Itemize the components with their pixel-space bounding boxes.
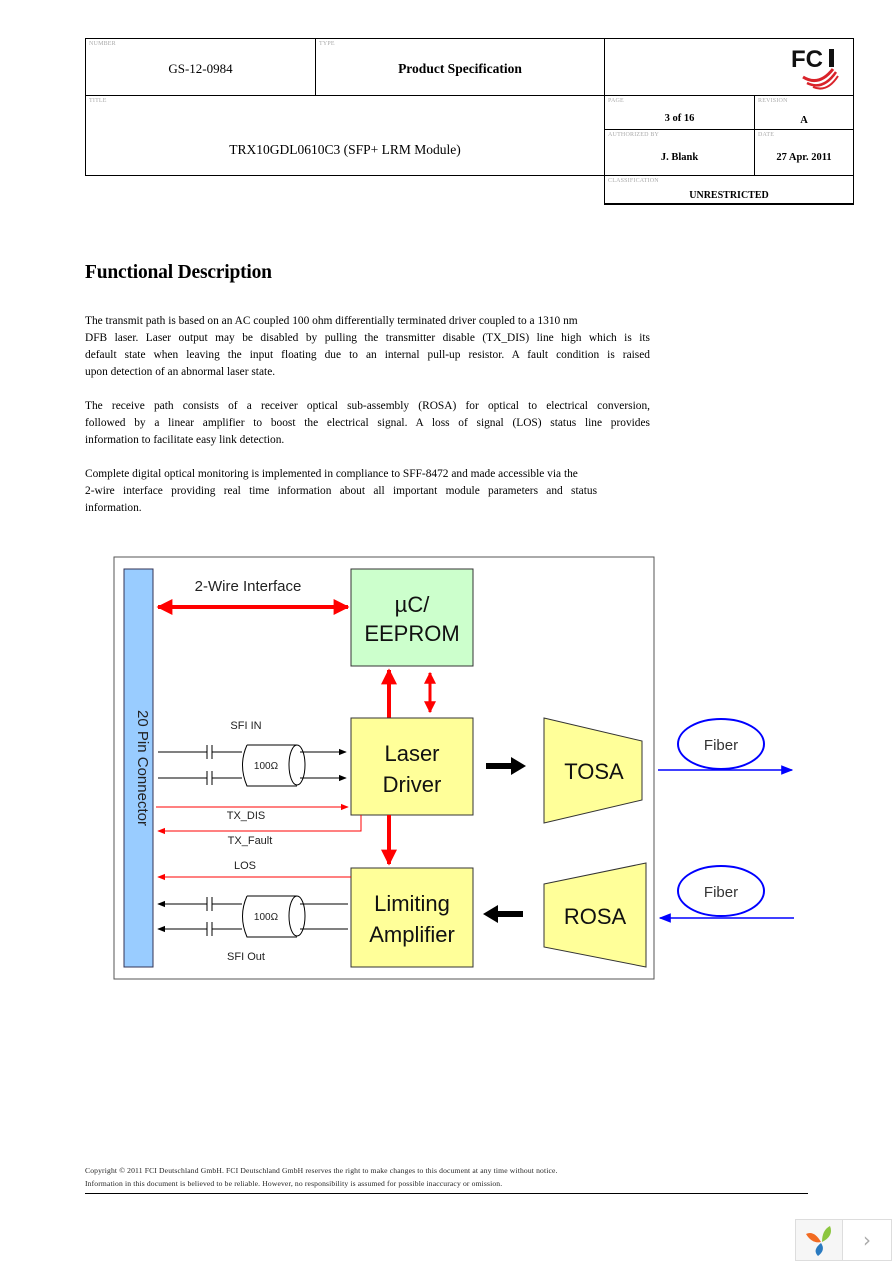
paragraph-line: default state when leaving the input flo… xyxy=(85,349,650,361)
uc-eeprom-label-2: EEPROM xyxy=(364,621,459,646)
laser-driver-label-2: Driver xyxy=(383,772,442,797)
uc-eeprom-box xyxy=(350,568,474,667)
page-caption: Page xyxy=(608,98,624,104)
paragraph-line: information. xyxy=(85,502,142,514)
paragraph-receive: The receive path consists of a receiver … xyxy=(85,398,650,449)
laser-driver-box xyxy=(350,717,474,816)
fiber-tx-label: Fiber xyxy=(704,737,738,754)
pin-connector xyxy=(123,568,154,968)
viewer-logo-icon xyxy=(806,1226,831,1256)
sfi-in-circuit xyxy=(158,744,347,787)
section-heading: Functional Description xyxy=(85,262,272,283)
pin-connector-label: 20 Pin Connector xyxy=(134,710,151,826)
header-revision-cell: Revision A xyxy=(754,95,854,130)
paragraph-line: Complete digital optical monitoring is i… xyxy=(85,468,578,480)
chevron-right-icon: › xyxy=(863,1228,871,1252)
revision-value: A xyxy=(800,115,808,126)
los-label: LOS xyxy=(234,860,256,872)
rosa-label: ROSA xyxy=(564,904,627,929)
header-authorized-cell: Authorized by J. Blank xyxy=(604,129,755,176)
limiting-amplifier-label-1: Limiting xyxy=(374,891,450,916)
paragraph-line: 2-wire interface providing real time inf… xyxy=(85,485,597,497)
header-date-cell: Date 27 Apr. 2011 xyxy=(754,129,854,176)
sfi-in-label: SFI IN xyxy=(230,720,261,732)
viewer-logo-button[interactable] xyxy=(795,1219,843,1261)
header-type-cell: Type Product Specification xyxy=(315,38,605,96)
fci-logo-icon: FC xyxy=(791,46,839,90)
header-logo-cell: FC xyxy=(604,38,854,96)
header-page-cell: Page 3 of 16 xyxy=(604,95,755,130)
diagram-frame xyxy=(113,556,655,980)
impedance-out-label: 100Ω xyxy=(254,912,279,923)
header-number-cell: Number GS-12-0984 xyxy=(85,38,316,96)
driver-to-tosa-arrow xyxy=(486,757,526,775)
paragraph-line: upon detection of an abnormal laser stat… xyxy=(85,366,276,378)
fiber-tx-ellipse xyxy=(677,718,765,770)
title-caption: Title xyxy=(89,98,107,104)
document-date: 27 Apr. 2011 xyxy=(776,152,832,163)
impedance-in-label: 100Ω xyxy=(254,761,279,772)
authorized-by: J. Blank xyxy=(660,152,699,163)
header-classification-cell: Classification UNRESTRICTED xyxy=(604,175,854,205)
paragraph-transmit: The transmit path is based on an AC coup… xyxy=(85,313,650,381)
classification-caption: Classification xyxy=(608,178,659,184)
classification-value: UNRESTRICTED xyxy=(689,190,769,201)
laser-driver-label-1: Laser xyxy=(384,741,439,766)
tx-fault-line xyxy=(157,815,362,835)
fiber-rx-ellipse xyxy=(677,865,765,917)
page-number: 3 of 16 xyxy=(664,113,695,124)
footer-rule xyxy=(85,1193,808,1194)
tosa-label: TOSA xyxy=(564,759,624,784)
revision-caption: Revision xyxy=(758,98,788,104)
limiting-amplifier-box xyxy=(350,867,474,968)
date-caption: Date xyxy=(758,132,775,138)
header-title-cell: Title TRX10GDL0610C3 (SFP+ LRM Module) xyxy=(85,95,605,176)
next-page-button[interactable]: › xyxy=(842,1219,892,1261)
uc-eeprom-label-1: µC/ xyxy=(395,592,431,617)
paragraph-line: followed by a linear amplifier to boost … xyxy=(85,417,650,429)
footer-copyright: Copyright © 2011 FCI Deutschland GmbH. F… xyxy=(85,1166,558,1175)
rosa-to-amp-arrow xyxy=(483,905,523,923)
tx-dis-label: TX_DIS xyxy=(227,810,266,822)
limiting-amplifier-label-2: Amplifier xyxy=(369,922,455,947)
tosa-block xyxy=(543,717,643,824)
type-caption: Type xyxy=(319,41,335,47)
document-title: TRX10GDL0610C3 (SFP+ LRM Module) xyxy=(229,142,461,157)
document-type: Product Specification xyxy=(398,61,522,76)
paragraph-line: The receive path consists of a receiver … xyxy=(85,400,650,412)
tx-fault-label: TX_Fault xyxy=(228,835,273,847)
document-number: GS-12-0984 xyxy=(168,61,233,76)
authorized-caption: Authorized by xyxy=(608,132,660,138)
paragraph-line: The transmit path is based on an AC coup… xyxy=(85,315,578,327)
sfi-out-circuit xyxy=(157,895,348,938)
two-wire-label: 2-Wire Interface xyxy=(195,578,302,595)
paragraph-line: information to facilitate easy link dete… xyxy=(85,434,285,446)
sfi-out-label: SFI Out xyxy=(227,951,265,963)
paragraph-line: DFB laser. Laser output may be disabled … xyxy=(85,332,650,344)
footer-disclaimer: Information in this document is believed… xyxy=(85,1179,503,1188)
svg-text:FC: FC xyxy=(791,46,823,73)
paragraph-monitoring: Complete digital optical monitoring is i… xyxy=(85,466,650,517)
fiber-rx-label: Fiber xyxy=(704,884,738,901)
number-caption: Number xyxy=(89,41,116,47)
rosa-block xyxy=(543,862,647,968)
